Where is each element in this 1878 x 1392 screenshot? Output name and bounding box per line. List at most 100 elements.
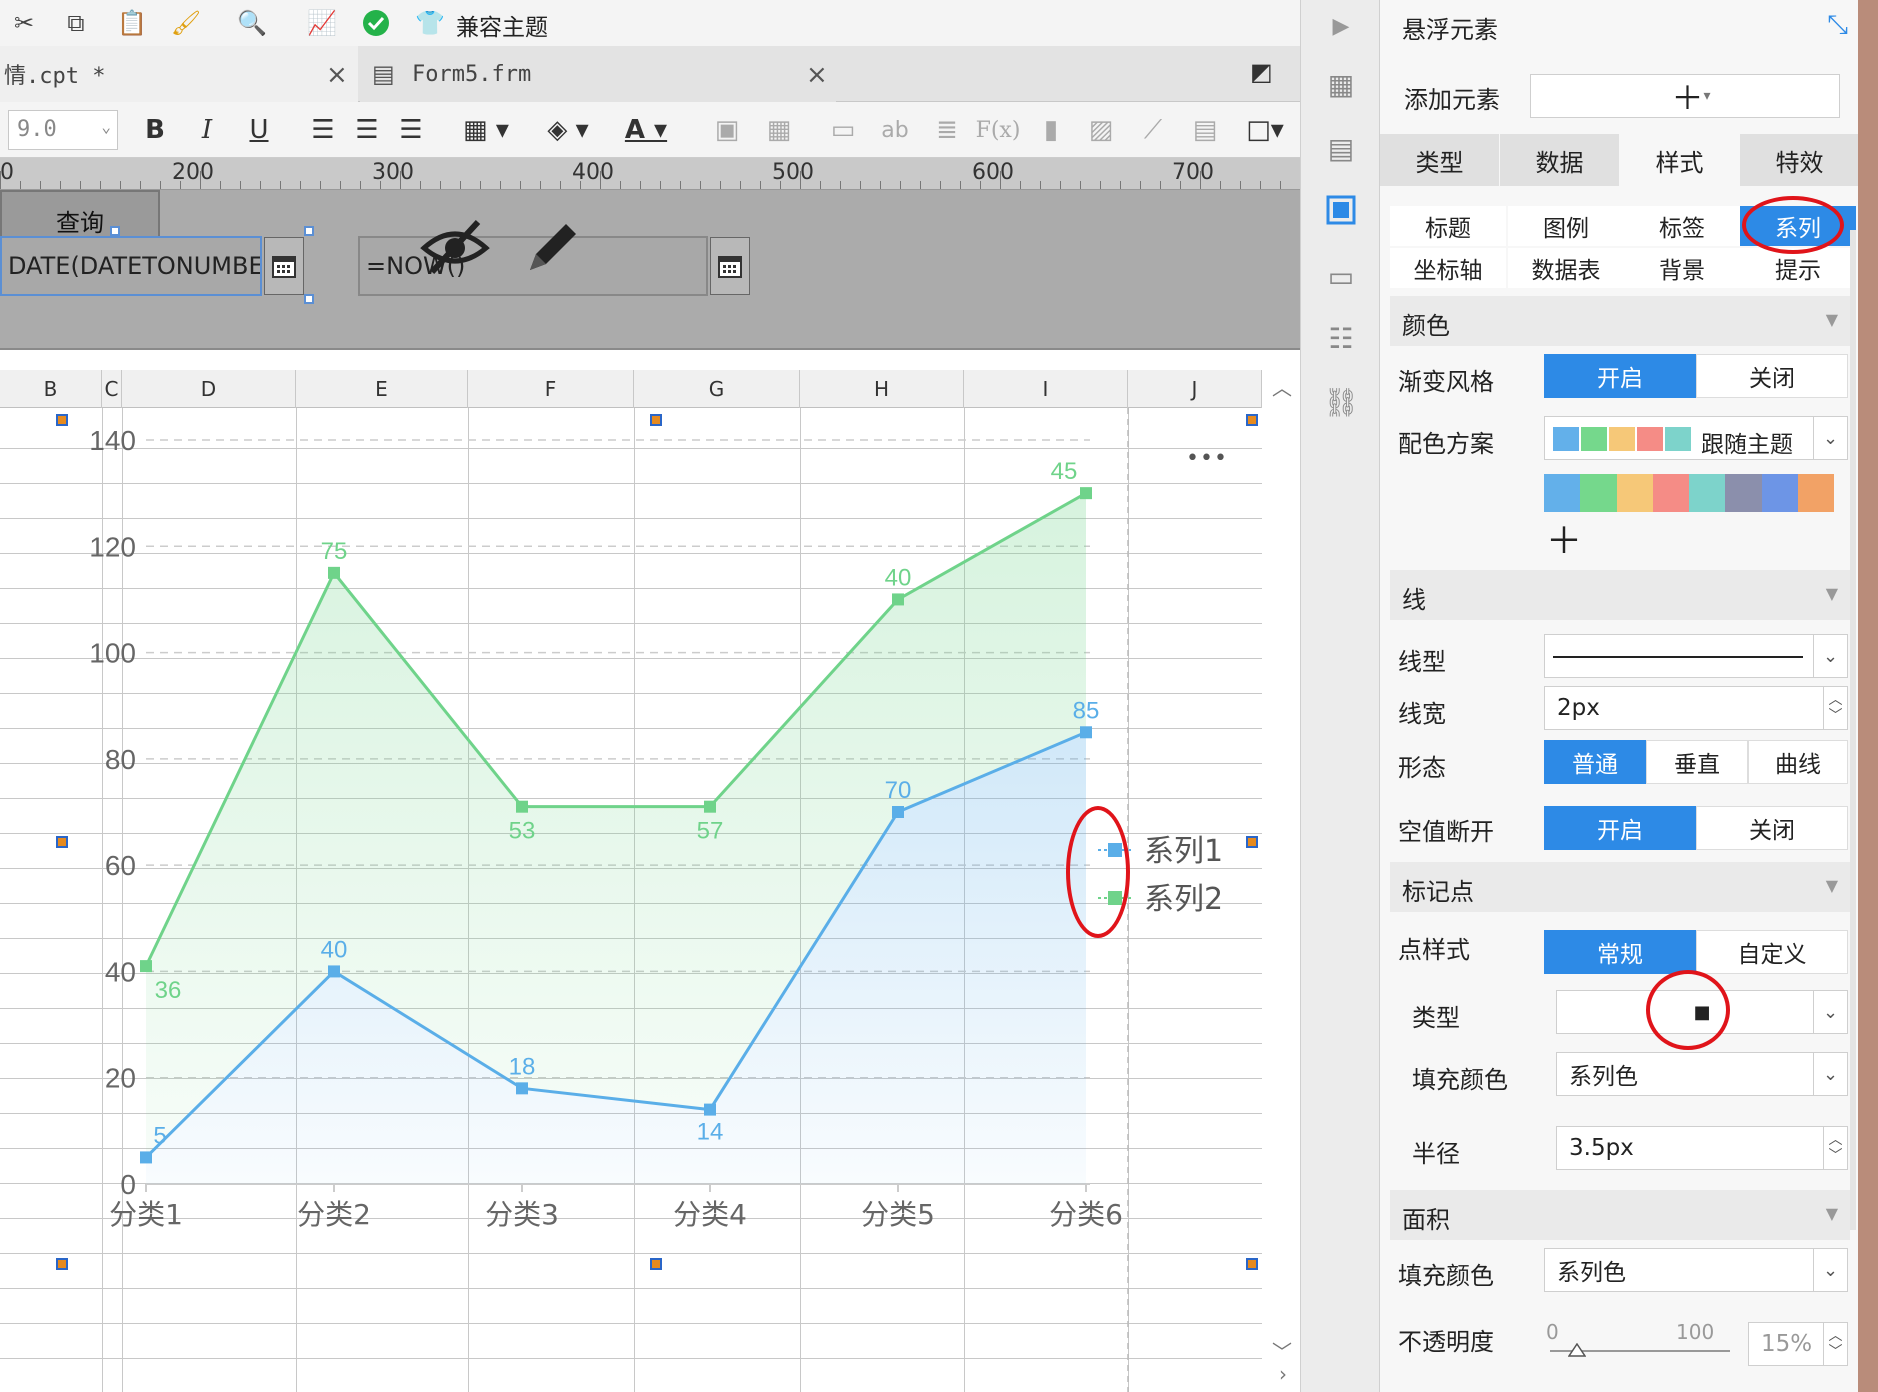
chart-resize-handle[interactable]	[56, 1258, 68, 1270]
text-search-icon[interactable]: 🔍	[236, 8, 268, 38]
marker-fill-select[interactable]: 系列色 ⌄	[1556, 1052, 1848, 1096]
subtab-label[interactable]: 标签	[1624, 206, 1740, 246]
color-section-header[interactable]: 颜色 ▼	[1390, 296, 1850, 346]
null-break-off-button[interactable]: 关闭	[1696, 806, 1848, 850]
layout-icon[interactable]: ▦	[1319, 62, 1363, 106]
bold-button[interactable]: B	[140, 112, 170, 148]
close-icon[interactable]: ×	[326, 60, 348, 90]
resize-handle[interactable]	[110, 226, 120, 236]
scroll-right-icon[interactable]: ›	[1266, 1362, 1300, 1392]
palette-swatch[interactable]	[1580, 474, 1617, 512]
line-width-input[interactable]: 2px ︿ ﹀	[1544, 686, 1848, 730]
panel-scrollbar[interactable]	[1850, 230, 1856, 1230]
shape-normal-button[interactable]: 普通	[1544, 740, 1646, 784]
border-icon[interactable]: ▦ ▾	[456, 112, 516, 148]
subtab-tooltip[interactable]: 提示	[1740, 248, 1856, 288]
cut-icon[interactable]: ✂	[8, 8, 40, 38]
palette-swatch[interactable]	[1652, 474, 1689, 512]
tab-data[interactable]: 数据	[1500, 134, 1619, 186]
add-color-icon[interactable]: ＋	[1546, 512, 1582, 564]
check-icon[interactable]	[360, 8, 392, 38]
grid-icon[interactable]: ▦	[762, 112, 796, 148]
chart-resize-handle[interactable]	[1246, 1258, 1258, 1270]
calendar-icon[interactable]	[264, 237, 304, 295]
paste-icon[interactable]: 📋	[116, 8, 148, 38]
form-element-icon[interactable]: ▭	[1319, 254, 1363, 298]
marker-radius-input[interactable]: 3.5px ︿ ﹀	[1556, 1126, 1848, 1170]
marker-section-header[interactable]: 标记点 ▼	[1390, 862, 1850, 912]
line-type-select[interactable]: ⌄	[1544, 634, 1848, 678]
tab-type[interactable]: 类型	[1380, 134, 1499, 186]
doc-icon[interactable]: ▤	[1188, 112, 1222, 148]
pin-icon[interactable]: ⤡	[1827, 10, 1848, 41]
area-section-header[interactable]: 面积 ▼	[1390, 1190, 1850, 1240]
gradient-off-button[interactable]: 关闭	[1696, 354, 1848, 398]
resize-handle[interactable]	[304, 294, 314, 304]
ab-label[interactable]: ab	[878, 112, 912, 148]
color-scheme-select[interactable]: 跟随主题 ⌄	[1544, 416, 1848, 460]
opacity-input[interactable]: 15% ︿ ﹀	[1748, 1322, 1848, 1366]
format-painter-icon[interactable]: 🖌	[170, 8, 202, 38]
copy-icon[interactable]: ⧉	[60, 8, 92, 38]
box-icon[interactable]: □▾	[1240, 112, 1290, 148]
subtab-axis[interactable]: 坐标轴	[1390, 248, 1506, 288]
align-left-icon[interactable]: ☰	[306, 112, 340, 148]
stepper-icon[interactable]: ︿ ﹀	[1823, 1127, 1847, 1169]
gradient-on-button[interactable]: 开启	[1544, 354, 1696, 398]
font-color-button[interactable]: A ▾	[614, 112, 678, 148]
expand-arrow-icon[interactable]: ▶	[1319, 4, 1363, 48]
fill-color-icon[interactable]: ◈ ▾	[538, 112, 598, 148]
widget-list-icon[interactable]: ☷	[1319, 316, 1363, 360]
chart-resize-handle[interactable]	[56, 836, 68, 848]
shape-curve-button[interactable]: 曲线	[1748, 740, 1848, 784]
subtab-legend[interactable]: 图例	[1508, 206, 1624, 246]
pencil-icon[interactable]	[520, 214, 586, 284]
italic-button[interactable]: I	[192, 112, 222, 148]
calendar-icon[interactable]	[710, 237, 750, 295]
subtab-datatable[interactable]: 数据表	[1508, 248, 1624, 288]
underline-button[interactable]: U	[244, 112, 274, 148]
formula-button[interactable]: F(x)	[976, 112, 1021, 148]
chart-search-icon[interactable]: 📈	[306, 8, 338, 38]
marker-normal-button[interactable]: 常规	[1544, 930, 1696, 974]
chart-resize-handle[interactable]	[1246, 836, 1258, 848]
shape-vertical-button[interactable]: 垂直	[1646, 740, 1748, 784]
add-element-button[interactable]: ＋ ▾	[1530, 74, 1840, 118]
palette-swatch[interactable]	[1689, 474, 1726, 512]
null-break-on-button[interactable]: 开启	[1544, 806, 1696, 850]
chart-more-icon[interactable]: •••	[1186, 446, 1228, 471]
close-icon[interactable]: ×	[806, 60, 828, 90]
link-icon[interactable]: ⛓	[1319, 380, 1363, 424]
palette-swatch[interactable]	[1725, 474, 1762, 512]
align-right-icon[interactable]: ☰	[394, 112, 428, 148]
bar-chart-icon[interactable]: ▮	[1034, 112, 1068, 148]
chart-resize-handle[interactable]	[650, 1258, 662, 1270]
palette-swatch[interactable]	[1616, 474, 1653, 512]
palette-swatch[interactable]	[1544, 474, 1581, 512]
area-fill-select[interactable]: 系列色 ⌄	[1544, 1248, 1848, 1292]
palette-swatch[interactable]	[1761, 474, 1798, 512]
line-section-header[interactable]: 线 ▼	[1390, 570, 1850, 620]
image-icon[interactable]: ▨	[1084, 112, 1118, 148]
slash-icon[interactable]: ⟋	[1136, 112, 1170, 148]
opacity-slider-thumb[interactable]	[1567, 1342, 1587, 1357]
hidden-eye-icon[interactable]	[420, 216, 490, 290]
subtab-title[interactable]: 标题	[1390, 206, 1506, 246]
tab-frm[interactable]: Form5.frm	[360, 46, 836, 102]
merge-cells-icon[interactable]: ▣	[710, 112, 744, 148]
theme-shirt-icon[interactable]: 👕	[414, 8, 446, 38]
chart-resize-handle[interactable]	[56, 414, 68, 426]
chart-resize-handle[interactable]	[650, 414, 662, 426]
align-center-icon[interactable]: ☰	[350, 112, 384, 148]
marker-custom-button[interactable]: 自定义	[1696, 930, 1848, 974]
chart-resize-handle[interactable]	[1246, 414, 1258, 426]
palette-swatch[interactable]	[1797, 474, 1834, 512]
tab-cpt[interactable]: 情.cpt *	[0, 46, 358, 102]
cell-element-icon[interactable]	[1319, 188, 1363, 232]
palette-swatches[interactable]	[1544, 474, 1834, 512]
tab-effects[interactable]: 特效	[1740, 134, 1859, 186]
widget-settings-icon[interactable]: ▤	[1319, 126, 1363, 170]
scroll-up-icon[interactable]: ︿	[1264, 372, 1300, 402]
resize-handle[interactable]	[304, 226, 314, 236]
tab-menu-icon[interactable]: ◩	[1250, 58, 1273, 86]
